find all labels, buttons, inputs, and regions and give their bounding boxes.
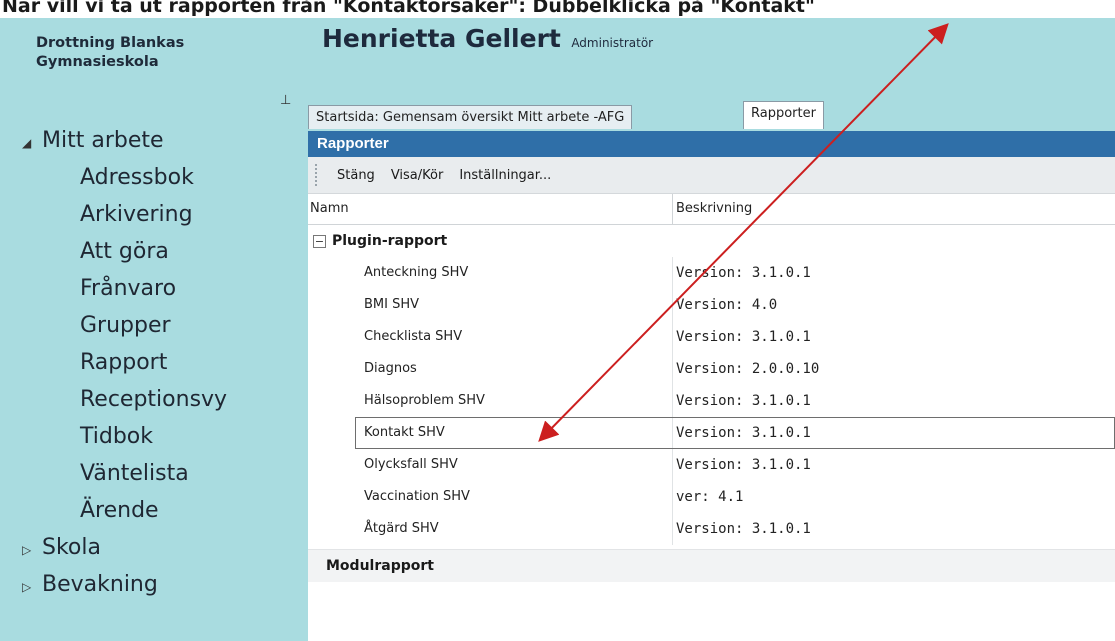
table-row[interactable]: BMI SHV Version: 4.0: [308, 289, 1115, 321]
table-row[interactable]: Olycksfall SHV Version: 3.1.0.1: [308, 449, 1115, 481]
table-row[interactable]: Åtgärd SHV Version: 3.1.0.1: [308, 513, 1115, 545]
expand-arrow-icon: ▷: [22, 580, 32, 594]
nav-item-rapport[interactable]: Rapport: [80, 350, 167, 375]
school-name-line1: Drottning Blankas: [36, 35, 185, 51]
user-role: Administratör: [571, 36, 654, 50]
row-name: Hälsoproblem SHV: [364, 393, 485, 408]
cell-divider: [672, 289, 673, 321]
nav-item-grupper[interactable]: Grupper: [80, 313, 171, 338]
row-description: Version: 3.1.0.1: [676, 521, 811, 537]
nav-bevakning[interactable]: ▷ Bevakning: [22, 572, 158, 597]
tab-rapporter[interactable]: Rapporter: [743, 101, 824, 129]
row-description: Version: 3.1.0.1: [676, 265, 811, 281]
group-label: Modulrapport: [326, 558, 434, 574]
nav-item-arende[interactable]: Ärende: [80, 498, 159, 523]
cell-divider: [672, 353, 673, 385]
close-button[interactable]: Stäng: [329, 168, 383, 183]
table-row[interactable]: Checklista SHV Version: 3.1.0.1: [308, 321, 1115, 353]
column-header: Namn Beskrivning: [308, 194, 1115, 225]
row-name: Kontakt SHV: [364, 425, 445, 440]
row-name: Olycksfall SHV: [364, 457, 458, 472]
cell-divider: [672, 481, 673, 513]
table-row[interactable]: Vaccination SHV ver: 4.1: [308, 481, 1115, 513]
row-description: Version: 3.1.0.1: [676, 393, 811, 409]
user-name: Henrietta Gellert: [322, 24, 561, 53]
table-row[interactable]: Anteckning SHV Version: 3.1.0.1: [308, 257, 1115, 289]
row-description: Version: 3.1.0.1: [676, 329, 811, 345]
nav-item-franvaro[interactable]: Frånvaro: [80, 276, 176, 301]
school-name-line2: Gymnasieskola: [36, 54, 159, 70]
nav-item-att-gora[interactable]: Att göra: [80, 239, 169, 264]
cell-divider: [672, 385, 673, 417]
row-name: Anteckning SHV: [364, 265, 469, 280]
nav-item-tidbok[interactable]: Tidbok: [80, 424, 153, 449]
pin-icon[interactable]: ⊥: [280, 92, 291, 108]
app-window: Drottning Blankas Gymnasieskola Henriett…: [0, 18, 1115, 641]
table-row[interactable]: Diagnos Version: 2.0.0.10: [308, 353, 1115, 385]
cell-divider: [672, 418, 673, 448]
table-row[interactable]: Hälsoproblem SHV Version: 3.1.0.1: [308, 385, 1115, 417]
row-description: Version: 3.1.0.1: [676, 425, 811, 441]
user-header: Henrietta Gellert Administratör: [322, 24, 653, 53]
nav-bevakning-label: Bevakning: [42, 572, 158, 597]
column-header-name[interactable]: Namn: [310, 194, 349, 224]
toolbar-grip-icon[interactable]: [315, 164, 321, 186]
row-name: Åtgärd SHV: [364, 521, 439, 536]
nav-skola[interactable]: ▷ Skola: [22, 535, 101, 560]
run-button[interactable]: Visa/Kör: [383, 168, 452, 183]
column-divider[interactable]: [672, 194, 673, 224]
row-name: BMI SHV: [364, 297, 420, 312]
row-description: Version: 2.0.0.10: [676, 361, 820, 377]
group-modulrapport[interactable]: Modulrapport: [308, 549, 1115, 582]
instruction-caption: Nar vill vi ta ut rapporten från "Kontak…: [0, 0, 1115, 18]
toolbar: Stäng Visa/Kör Inställningar...: [308, 157, 1115, 194]
column-header-description[interactable]: Beskrivning: [676, 194, 752, 224]
row-description: ver: 4.1: [676, 489, 744, 505]
nav-item-arkivering[interactable]: Arkivering: [80, 202, 193, 227]
reports-panel: Rapporter Stäng Visa/Kör Inställningar..…: [308, 131, 1115, 641]
row-name: Diagnos: [364, 361, 417, 376]
row-name: Vaccination SHV: [364, 489, 470, 504]
group-plugin-rapport[interactable]: − Plugin-rapport: [308, 225, 1115, 257]
cell-divider: [672, 449, 673, 481]
nav-mitt-arbete-label: Mitt arbete: [42, 128, 164, 153]
tab-startsida[interactable]: Startsida: Gemensam översikt Mitt arbete…: [308, 105, 633, 129]
cell-divider: [672, 321, 673, 353]
cell-divider: [672, 257, 673, 289]
nav-item-vantelista[interactable]: Väntelista: [80, 461, 189, 486]
row-description: Version: 4.0: [676, 297, 778, 313]
group-label: Plugin-rapport: [332, 233, 448, 249]
expand-arrow-icon: ▷: [22, 543, 32, 557]
panel-title: Rapporter: [308, 131, 1115, 157]
cell-divider: [672, 513, 673, 545]
nav-item-adressbok[interactable]: Adressbok: [80, 165, 194, 190]
nav-skola-label: Skola: [42, 535, 101, 560]
collapse-arrow-icon: ◢: [22, 136, 32, 150]
table-row-selected[interactable]: Kontakt SHV Version: 3.1.0.1: [355, 417, 1115, 449]
row-name: Checklista SHV: [364, 329, 463, 344]
school-name: Drottning Blankas Gymnasieskola: [36, 34, 266, 72]
row-description: Version: 3.1.0.1: [676, 457, 811, 473]
collapse-icon[interactable]: −: [313, 235, 326, 248]
nav-mitt-arbete[interactable]: ◢ Mitt arbete: [22, 128, 164, 153]
nav-item-receptionsvy[interactable]: Receptionsvy: [80, 387, 227, 412]
settings-button[interactable]: Inställningar...: [451, 168, 559, 183]
